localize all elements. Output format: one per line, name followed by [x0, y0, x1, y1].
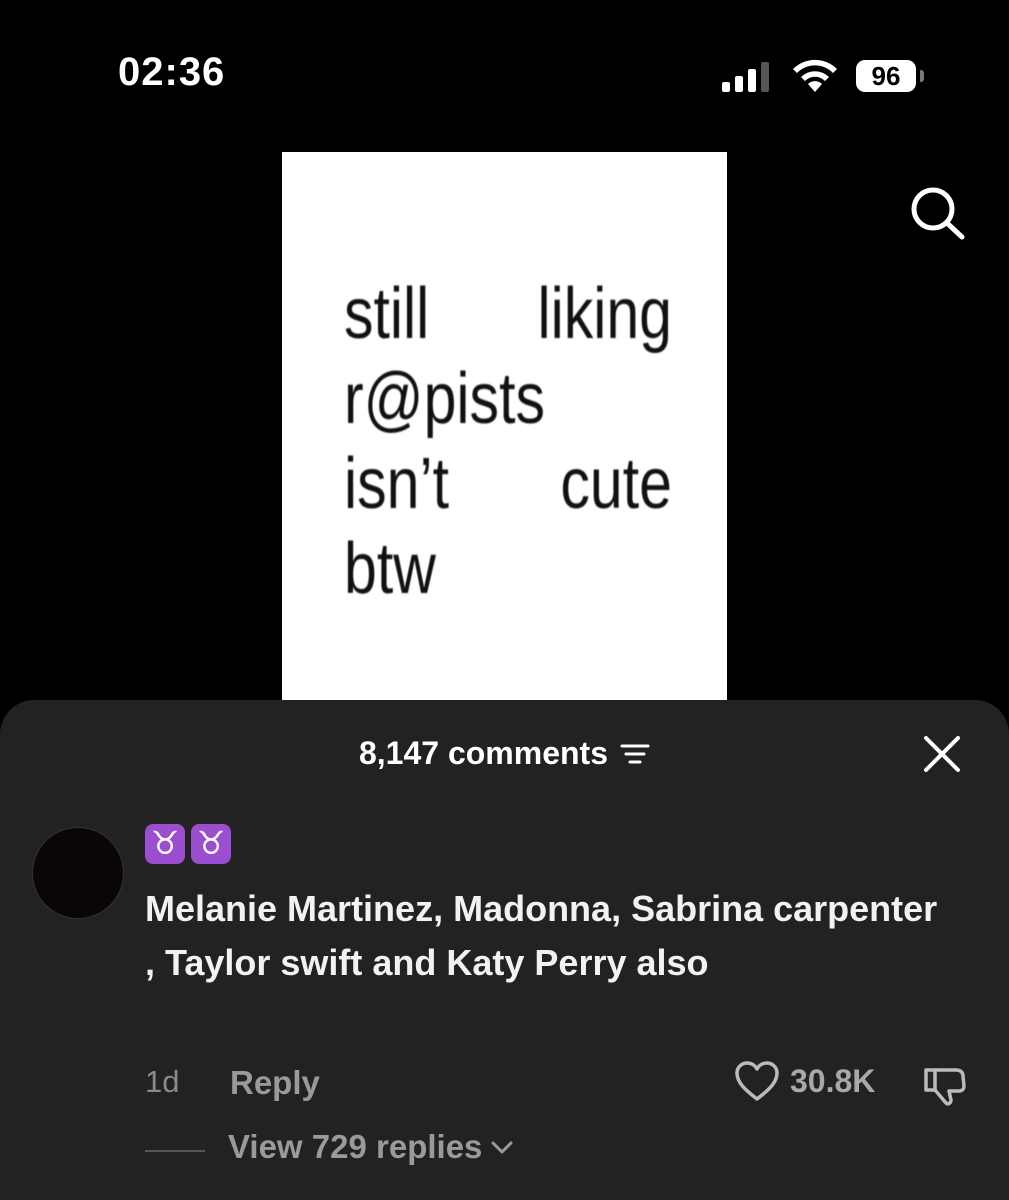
view-replies-button[interactable]: View 729 replies	[228, 1128, 514, 1166]
close-icon[interactable]	[920, 732, 964, 776]
battery-indicator: 96	[856, 60, 916, 92]
filter-icon[interactable]	[620, 742, 650, 766]
comments-sort[interactable]: 8,147 comments	[359, 735, 650, 772]
caption-word: r@pists	[344, 359, 545, 439]
status-time: 02:36	[118, 50, 226, 94]
caption-line: r@pists	[344, 357, 672, 442]
comments-header: 8,147 comments	[0, 735, 1009, 772]
video-frame[interactable]: still liking r@pists isn’t cute btw	[282, 152, 727, 712]
like-count: 30.8K	[790, 1062, 876, 1099]
replies-divider	[145, 1150, 205, 1152]
comment-time: 1d	[145, 1064, 180, 1099]
view-replies-label: View 729 replies	[228, 1128, 483, 1165]
dislike-icon[interactable]	[922, 1062, 968, 1108]
comment-username[interactable]: ♉ ♉	[145, 824, 231, 864]
signal-bars-icon	[722, 62, 769, 92]
caption-word: btw	[344, 529, 436, 609]
taurus-emoji: ♉	[191, 824, 231, 864]
chevron-down-icon	[491, 1141, 513, 1154]
reply-button[interactable]: Reply	[230, 1064, 320, 1102]
heart-icon[interactable]	[734, 1060, 780, 1102]
status-bar: 02:36 96	[0, 0, 1009, 150]
comments-count: 8,147 comments	[358, 735, 608, 771]
comment-text: Melanie Martinez, Madonna, Sabrina carpe…	[145, 888, 938, 983]
caption-line: still liking	[344, 272, 672, 357]
caption-word: still	[344, 274, 430, 354]
video-caption: still liking r@pists isn’t cute btw	[344, 272, 672, 612]
caption-line: btw	[344, 527, 672, 612]
like-button[interactable]: 30.8K	[734, 1060, 875, 1102]
search-icon[interactable]	[908, 185, 968, 241]
comments-sheet: 8,147 comments ♉ ♉ Melanie Martinez, Mad…	[0, 700, 1009, 1200]
wifi-icon	[793, 59, 837, 92]
battery-tip	[920, 70, 924, 82]
taurus-emoji: ♉	[145, 824, 185, 864]
caption-word: liking	[537, 274, 672, 354]
caption-word: cute	[560, 444, 672, 524]
caption-line: isn’t cute	[344, 442, 672, 527]
avatar[interactable]	[32, 827, 124, 919]
caption-word: isn’t	[344, 444, 449, 524]
